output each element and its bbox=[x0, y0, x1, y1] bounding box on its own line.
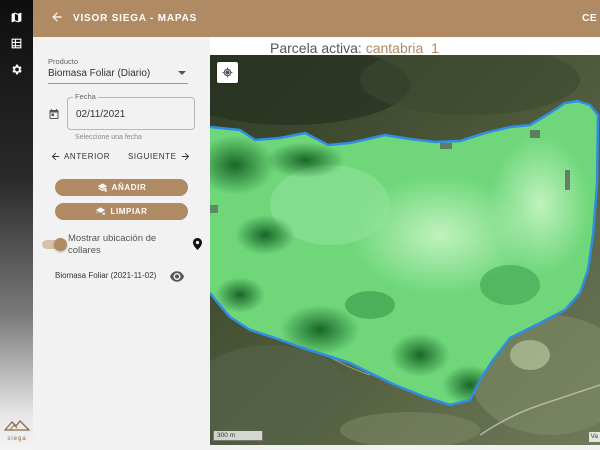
arrow-right-icon bbox=[181, 152, 189, 161]
date-field[interactable]: Fecha 02/11/2021 bbox=[67, 92, 195, 130]
previous-button[interactable]: ANTERIOR bbox=[50, 151, 110, 162]
active-parcel-prefix: Parcela activa: bbox=[270, 40, 366, 56]
logo-text: siega bbox=[7, 436, 27, 442]
map-scale: 300 m bbox=[213, 431, 263, 441]
layers-clear-icon bbox=[96, 207, 106, 216]
add-button[interactable]: AÑADIR bbox=[55, 179, 188, 196]
collars-toggle-label: Mostrar ubicación de collares bbox=[68, 233, 157, 256]
map-icon[interactable] bbox=[8, 9, 25, 26]
product-label: Producto bbox=[48, 57, 79, 66]
map-view[interactable]: 300 m Va bbox=[210, 55, 600, 445]
header-right-button[interactable]: CE bbox=[582, 13, 597, 24]
calendar-icon[interactable] bbox=[48, 107, 60, 119]
active-parcel-title: Parcela activa: cantabria_1 bbox=[270, 40, 439, 56]
app-rail: siega bbox=[0, 0, 33, 450]
clear-label: LIMPIAR bbox=[110, 207, 148, 216]
layer-item-label: Biomasa Foliar (2021-11-02) bbox=[55, 271, 157, 280]
settings-icon[interactable] bbox=[8, 61, 25, 78]
map-attribution[interactable]: Va bbox=[588, 432, 600, 442]
page-title: VISOR SIEGA - MAPAS bbox=[73, 13, 198, 24]
arrow-left-icon bbox=[51, 152, 60, 161]
date-label: Fecha bbox=[73, 92, 98, 101]
app-logo: siega bbox=[2, 418, 32, 442]
date-hint: Seleccione una fecha bbox=[75, 134, 142, 141]
previous-label: ANTERIOR bbox=[64, 152, 111, 161]
map-canvas[interactable] bbox=[210, 55, 600, 445]
crosshair-icon bbox=[222, 67, 233, 78]
control-panel: Producto Biomasa Foliar (Diario) Fecha 0… bbox=[33, 37, 210, 450]
layers-add-icon bbox=[97, 183, 107, 193]
date-value[interactable]: 02/11/2021 bbox=[76, 109, 125, 120]
back-arrow-icon[interactable] bbox=[50, 10, 66, 26]
table-icon[interactable] bbox=[8, 35, 25, 52]
add-label: AÑADIR bbox=[111, 183, 147, 192]
chevron-down-icon[interactable] bbox=[178, 71, 186, 75]
product-select-underline bbox=[48, 83, 188, 84]
next-button[interactable]: SIGUIENTE bbox=[128, 151, 191, 162]
collars-toggle[interactable] bbox=[42, 238, 67, 251]
toggle-knob bbox=[54, 238, 67, 251]
product-select[interactable]: Biomasa Foliar (Diario) bbox=[48, 68, 150, 79]
next-label: SIGUIENTE bbox=[128, 152, 177, 161]
locate-button[interactable] bbox=[217, 62, 238, 83]
clear-button[interactable]: LIMPIAR bbox=[55, 203, 188, 220]
eye-icon[interactable] bbox=[170, 269, 184, 282]
map-bottom-strip bbox=[210, 445, 600, 450]
location-pin-icon bbox=[193, 237, 203, 250]
top-bar: VISOR SIEGA - MAPAS CE bbox=[33, 0, 600, 37]
active-parcel-name: cantabria_1 bbox=[365, 40, 439, 56]
